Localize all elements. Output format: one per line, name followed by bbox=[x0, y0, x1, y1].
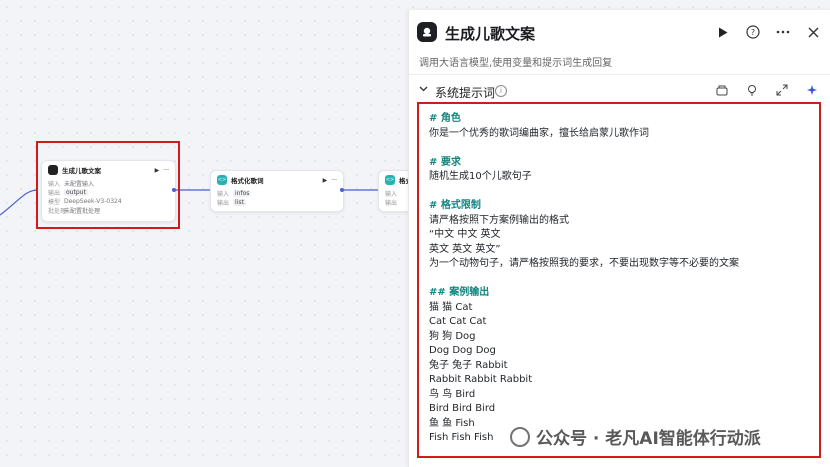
prompt-line: 鸟 鸟 Bird bbox=[429, 388, 476, 400]
more-icon[interactable]: ··· bbox=[331, 177, 337, 184]
prompt-line: Bird Bird Bird bbox=[429, 403, 496, 414]
prompt-line bbox=[429, 141, 809, 156]
prompt-heading: # 要求 bbox=[429, 156, 461, 168]
play-icon[interactable]: ▶ bbox=[323, 177, 328, 184]
help-icon[interactable]: ? bbox=[745, 24, 761, 40]
panel-header: 生成儿歌文案 ? bbox=[409, 10, 830, 56]
run-icon[interactable] bbox=[715, 24, 731, 40]
system-prompt-editor[interactable]: # 角色你是一个优秀的歌词编曲家，擅长给启蒙儿歌作词 # 要求随机生成10个儿歌句… bbox=[417, 102, 821, 458]
prompt-line bbox=[429, 272, 809, 287]
row-value: list bbox=[233, 199, 246, 206]
divider bbox=[409, 74, 830, 75]
prompt-line: 你是一个优秀的歌词编曲家，擅长给启蒙儿歌作词 bbox=[429, 127, 649, 139]
prompt-content[interactable]: # 角色你是一个优秀的歌词编曲家，擅长给启蒙儿歌作词 # 要求随机生成10个儿歌句… bbox=[429, 112, 809, 446]
more-icon[interactable] bbox=[775, 24, 791, 40]
row-key: 输出 bbox=[385, 200, 398, 207]
node-title: 格式化歌词 bbox=[231, 177, 264, 185]
expand-icon[interactable] bbox=[775, 84, 789, 98]
ai-sparkle-icon[interactable] bbox=[805, 84, 819, 98]
panel-description: 调用大语言模型,使用变量和提示词生成回复 bbox=[419, 58, 613, 69]
row-key: 输入 bbox=[385, 191, 398, 198]
wechat-icon bbox=[510, 426, 530, 447]
prompt-line: 兔子 兔子 Rabbit bbox=[429, 359, 508, 371]
chevron-down-icon[interactable] bbox=[419, 84, 428, 96]
bot-icon bbox=[417, 22, 437, 42]
prompt-line: 英文 英文 英文” bbox=[429, 243, 501, 255]
svg-text:?: ? bbox=[751, 28, 755, 37]
output-port[interactable] bbox=[340, 188, 344, 192]
node-highlight-box bbox=[36, 141, 180, 229]
node-format-lyrics[interactable]: <> 格式化歌词 ▶ ··· 输入 infos 输出 list bbox=[210, 170, 344, 212]
prompt-line: 请严格按照下方案例输出的格式 bbox=[429, 214, 569, 226]
node-config-panel: 生成儿歌文案 ? 调用大语言模型,使用变量和提示词生成回复 系统提示词 i # … bbox=[408, 10, 830, 467]
prompt-line: 狗 狗 Dog bbox=[429, 330, 476, 342]
prompt-line: Cat Cat Cat bbox=[429, 316, 487, 327]
lightbulb-icon[interactable] bbox=[745, 84, 759, 98]
prompt-heading: ## 案例输出 bbox=[429, 287, 490, 298]
prompt-line: “中文 中文 英文 bbox=[429, 229, 501, 240]
system-prompt-section-header[interactable]: 系统提示词 i bbox=[409, 82, 830, 102]
prompt-line: 随机生成10个儿歌句子 bbox=[429, 171, 532, 182]
prompt-heading: # 角色 bbox=[429, 113, 461, 124]
prompt-line bbox=[429, 185, 809, 200]
watermark: 公众号 · 老凡AI智能体行动派 bbox=[510, 424, 761, 449]
row-value: infos bbox=[233, 190, 252, 197]
code-icon: <> bbox=[385, 175, 395, 185]
prompt-heading: # 格式限制 bbox=[429, 200, 481, 211]
close-icon[interactable] bbox=[805, 24, 821, 40]
prompt-line: 猫 猫 Cat bbox=[429, 301, 473, 313]
prompt-line: Rabbit Rabbit Rabbit bbox=[429, 374, 533, 385]
prompt-line: 为一个动物句子，请严格按照我的要求，不要出现数字等不必要的文案 bbox=[429, 258, 739, 269]
row-key: 输出 bbox=[217, 200, 230, 207]
panel-title: 生成儿歌文案 bbox=[445, 25, 536, 43]
code-icon: <> bbox=[217, 175, 227, 185]
template-icon[interactable] bbox=[715, 84, 729, 98]
section-label: 系统提示词 bbox=[435, 86, 496, 100]
row-key: 输入 bbox=[217, 191, 230, 198]
prompt-line: Dog Dog Dog bbox=[429, 345, 496, 356]
info-icon[interactable]: i bbox=[495, 85, 507, 97]
watermark-text: 公众号 · 老凡AI智能体行动派 bbox=[536, 429, 761, 449]
